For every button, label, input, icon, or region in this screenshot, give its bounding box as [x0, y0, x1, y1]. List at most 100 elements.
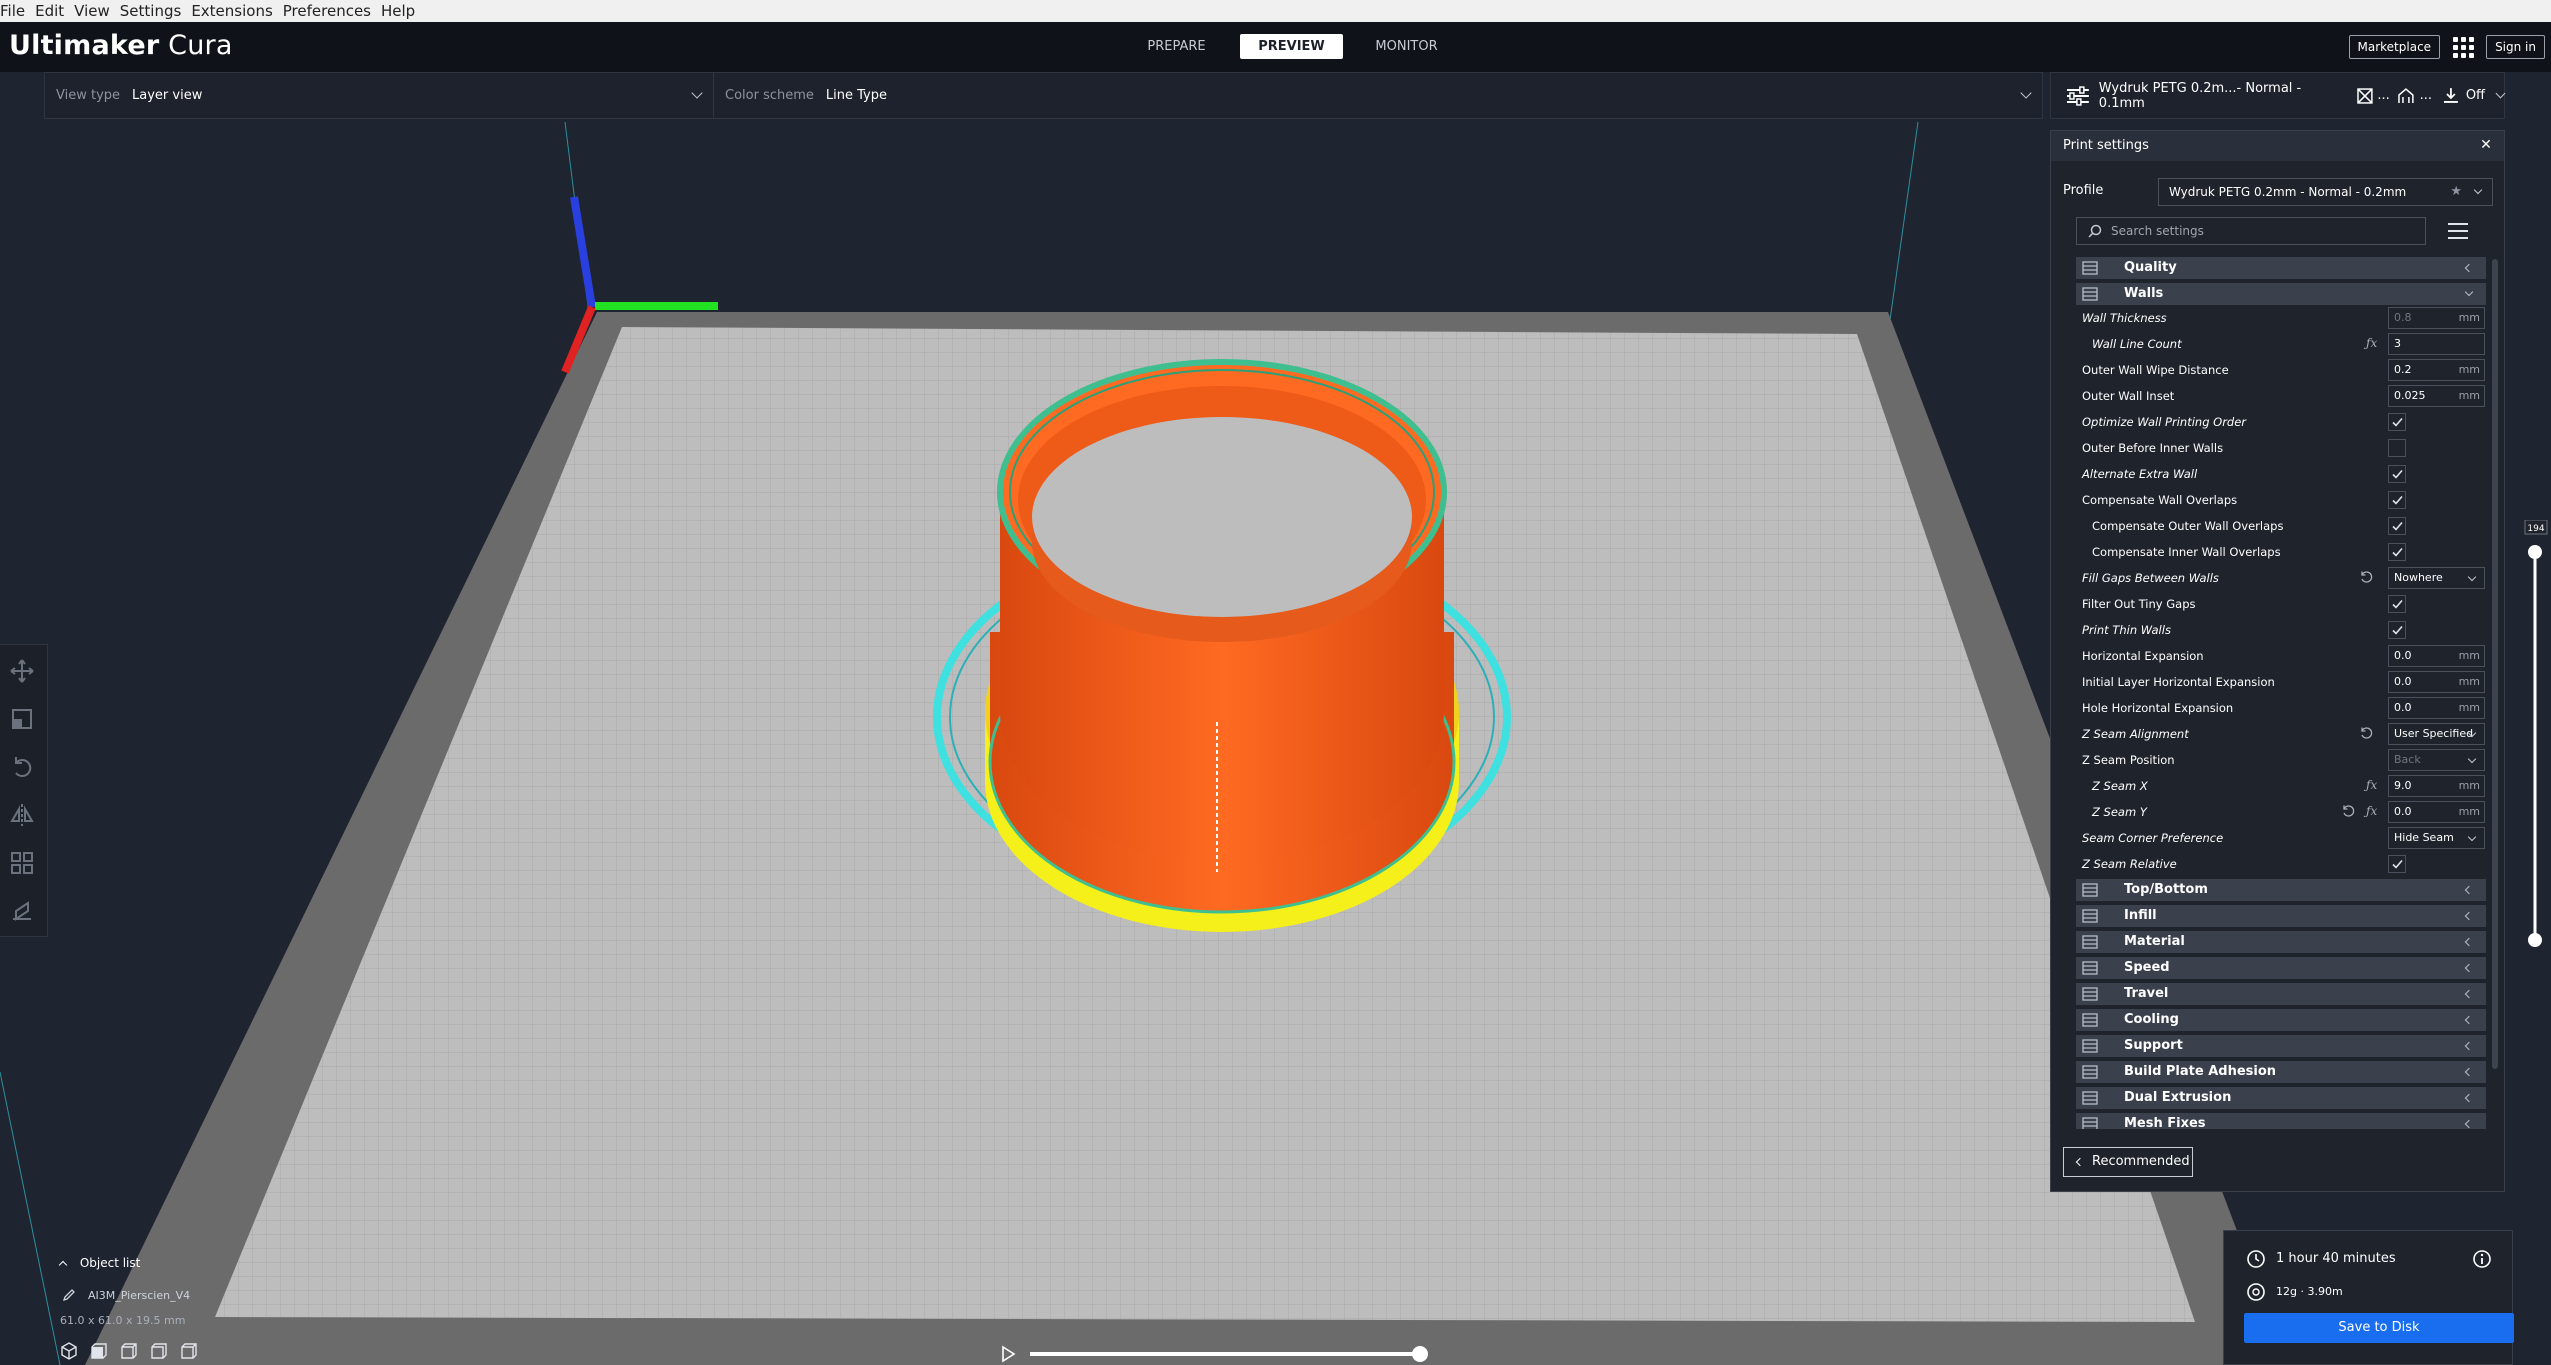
category-top-bottom[interactable]: Top/Bottom: [2076, 879, 2486, 901]
setting-alternate-extra-wall: Alternate Extra Wall: [2076, 461, 2486, 487]
menu-preferences[interactable]: Preferences: [280, 2, 374, 20]
setting-checkbox[interactable]: [2388, 439, 2406, 457]
setting-dropdown[interactable]: Nowhere: [2388, 567, 2485, 589]
quality-icon: [2082, 260, 2098, 276]
upper-layer-handle[interactable]: [2528, 545, 2542, 559]
category-travel[interactable]: Travel: [2076, 983, 2486, 1005]
setting-checkbox[interactable]: [2388, 543, 2406, 561]
category-support[interactable]: Support: [2076, 1035, 2486, 1057]
menu-file[interactable]: File: [0, 2, 28, 20]
category-material[interactable]: Material: [2076, 931, 2486, 953]
reset-icon[interactable]: [2341, 804, 2355, 818]
color-scheme-dropdown[interactable]: Color scheme Line Type: [714, 73, 2042, 118]
category-cooling[interactable]: Cooling: [2076, 1009, 2486, 1031]
reset-icon[interactable]: [2359, 570, 2373, 584]
view-type-dropdown[interactable]: View type Layer view: [45, 73, 714, 118]
setting-input[interactable]: 0.0 mm: [2388, 645, 2485, 667]
setting-input[interactable]: 0.0 mm: [2388, 801, 2485, 823]
tab-monitor[interactable]: MONITOR: [1355, 34, 1458, 59]
move-icon[interactable]: [8, 657, 36, 685]
scale-icon[interactable]: [8, 705, 36, 733]
color-scheme-value: Line Type: [825, 88, 887, 103]
category-dual-extrusion[interactable]: Dual Extrusion: [2076, 1087, 2486, 1109]
play-icon[interactable]: [1002, 1345, 1016, 1363]
support-blocker-icon[interactable]: [8, 897, 36, 925]
chevron-left-icon: [2075, 1157, 2085, 1167]
print-setup-selector[interactable]: Wydruk PETG 0.2m...- Normal - 0.1mm ... …: [2050, 72, 2506, 119]
setting-checkbox[interactable]: [2388, 465, 2406, 483]
setting-checkbox[interactable]: [2388, 621, 2406, 639]
panel-header: Print settings ✕: [2051, 131, 2504, 161]
setting-checkbox[interactable]: [2388, 491, 2406, 509]
menu-edit[interactable]: Edit: [32, 2, 67, 20]
menu-settings[interactable]: Settings: [117, 2, 185, 20]
marketplace-button[interactable]: Marketplace: [2348, 35, 2441, 59]
chevron-down-icon: [2020, 87, 2032, 99]
category-speed[interactable]: Speed: [2076, 957, 2486, 979]
path-slider-handle[interactable]: [1412, 1346, 1428, 1362]
rotate-icon[interactable]: [8, 753, 36, 781]
setting-checkbox[interactable]: [2388, 413, 2406, 431]
setting-checkbox[interactable]: [2388, 595, 2406, 613]
mirror-icon[interactable]: [8, 801, 36, 829]
infill-icon: [2082, 908, 2098, 924]
3d-view-icon[interactable]: [60, 1342, 78, 1360]
view-type-value: Layer view: [132, 88, 203, 103]
search-input[interactable]: [2076, 217, 2426, 245]
setting-label: Fill Gaps Between Walls: [2082, 571, 2219, 585]
menu-help[interactable]: Help: [378, 2, 418, 20]
category-walls[interactable]: Walls: [2076, 283, 2486, 305]
top-bottom-icon: [2082, 882, 2098, 898]
star-icon[interactable]: ★: [2450, 179, 2462, 205]
reset-icon[interactable]: [2359, 726, 2373, 740]
right-view-icon[interactable]: [180, 1342, 198, 1360]
category-infill[interactable]: Infill: [2076, 905, 2486, 927]
category-mesh-fixes[interactable]: Mesh Fixes: [2076, 1113, 2486, 1129]
tab-preview[interactable]: PREVIEW: [1240, 34, 1343, 59]
save-to-disk-button[interactable]: Save to Disk: [2244, 1313, 2514, 1343]
front-view-icon[interactable]: [90, 1342, 108, 1360]
setting-dropdown[interactable]: Back: [2388, 749, 2485, 771]
chevron-up-icon: [58, 1260, 68, 1270]
setting-input[interactable]: 0.0 mm: [2388, 671, 2485, 693]
setting-checkbox[interactable]: [2388, 855, 2406, 873]
setting-dropdown[interactable]: Hide Seam: [2388, 827, 2485, 849]
chevron-down-icon: [691, 87, 703, 99]
info-icon[interactable]: [2472, 1249, 2492, 1269]
setting-input[interactable]: 9.0 mm: [2388, 775, 2485, 797]
object-list-toggle[interactable]: Object list: [58, 1256, 140, 1270]
sign-in-button[interactable]: Sign in: [2486, 35, 2545, 59]
setting-input[interactable]: 3: [2388, 333, 2485, 355]
lower-layer-handle[interactable]: [2528, 933, 2542, 947]
close-icon[interactable]: ✕: [2478, 137, 2494, 153]
category-build-plate-adhesion[interactable]: Build Plate Adhesion: [2076, 1061, 2486, 1083]
setting-input[interactable]: 0.025 mm: [2388, 385, 2485, 407]
formula-icon: ƒx: [2366, 336, 2378, 350]
setting-checkbox[interactable]: [2388, 517, 2406, 535]
menu-extensions[interactable]: Extensions: [188, 2, 275, 20]
apps-grid-icon[interactable]: [2452, 36, 2474, 58]
per-model-settings-icon[interactable]: [8, 849, 36, 877]
setting-input[interactable]: 0.2 mm: [2388, 359, 2485, 381]
left-view-icon[interactable]: [150, 1342, 168, 1360]
layer-slider[interactable]: 194: [2520, 519, 2550, 950]
settings-scrollbar[interactable]: [2492, 259, 2498, 1069]
setting-input[interactable]: 0.8 mm: [2388, 307, 2485, 329]
setting-label: Z Seam X: [2092, 779, 2148, 793]
setting-print-thin-walls: Print Thin Walls: [2076, 617, 2486, 643]
recommended-button[interactable]: Recommended: [2063, 1147, 2193, 1177]
setting-fill-gaps-between-walls: Fill Gaps Between Walls Nowhere: [2076, 565, 2486, 591]
menu-view[interactable]: View: [71, 2, 113, 20]
print-settings-panel: Print settings ✕ Profile Wydruk PETG 0.2…: [2050, 130, 2505, 1192]
setting-z-seam-x: Z Seam X ƒx 9.0 mm: [2076, 773, 2486, 799]
setting-input[interactable]: 0.0 mm: [2388, 697, 2485, 719]
setting-compensate-wall-overlaps: Compensate Wall Overlaps: [2076, 487, 2486, 513]
tab-prepare[interactable]: PREPARE: [1125, 34, 1228, 59]
profile-dropdown[interactable]: Wydruk PETG 0.2mm - Normal - 0.2mm ★: [2158, 178, 2493, 206]
setting-dropdown[interactable]: User Specified: [2388, 723, 2485, 745]
object-name[interactable]: AI3M_Pierscien_V4: [88, 1289, 190, 1302]
pencil-icon[interactable]: [62, 1288, 76, 1302]
top-view-icon[interactable]: [120, 1342, 138, 1360]
category-quality[interactable]: Quality: [2076, 257, 2486, 279]
hamburger-menu-icon[interactable]: [2448, 223, 2468, 239]
